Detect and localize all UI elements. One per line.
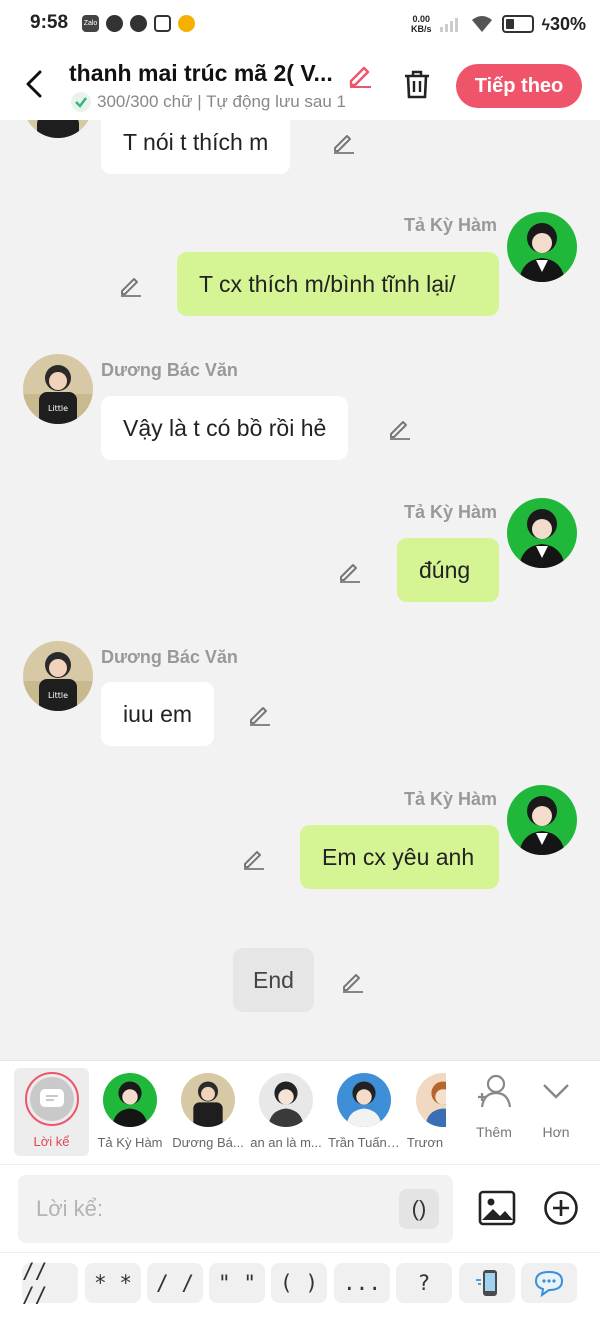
speed-value: 0.00 — [412, 14, 430, 24]
sender-name: Tả Kỳ Hàm — [404, 502, 498, 522]
autosave-text: 300/300 chữ | Tự động lưu sau 1 — [97, 92, 347, 111]
plus-icon[interactable] — [543, 1190, 579, 1226]
facebook-icon — [130, 15, 147, 32]
symbol-asterisk[interactable]: * * — [85, 1263, 141, 1303]
message-bubble[interactable]: Em cx yêu anh — [300, 825, 499, 889]
quick-symbol-bar: // // * * / / " " ( ) ... ? — [0, 1252, 600, 1343]
speed-unit: KB/s — [410, 24, 432, 34]
edit-message-icon[interactable] — [340, 968, 366, 994]
avatar-duong-bac-van[interactable] — [23, 120, 93, 138]
chat-bubble-button[interactable] — [521, 1263, 577, 1303]
avatar-duong-bac-van[interactable]: Little — [23, 641, 93, 711]
chevron-down-icon — [543, 1084, 569, 1099]
sender-name: Dương Bác Văn — [101, 360, 238, 380]
symbol-ellipsis[interactable]: ... — [334, 1263, 390, 1303]
character-name: Dương Bá... — [172, 1135, 244, 1150]
narrator-label: Lời kể — [33, 1134, 70, 1149]
narration-icon — [39, 1089, 64, 1107]
edit-message-icon[interactable] — [331, 129, 357, 155]
composer: () — [0, 1164, 600, 1252]
character-tran-tuan[interactable]: Trần Tuấn ... — [328, 1069, 400, 1150]
narrator-button[interactable]: Lời kể — [14, 1068, 89, 1156]
check-icon — [71, 92, 91, 112]
more-button[interactable]: Hơn — [526, 1071, 586, 1140]
symbol-question[interactable]: ? — [396, 1263, 452, 1303]
avatar-ta-ky-ham[interactable] — [507, 212, 577, 282]
character-avatar — [416, 1073, 446, 1127]
trash-icon[interactable] — [400, 67, 434, 101]
narrator-inner — [29, 1077, 74, 1121]
battery-icon — [501, 15, 534, 33]
message-bubble[interactable]: T nói t thích m — [101, 120, 291, 174]
character-ta-ky-ham[interactable]: Tả Kỳ Hàm — [94, 1069, 166, 1150]
image-icon[interactable] — [478, 1189, 516, 1227]
edit-message-icon[interactable] — [118, 272, 144, 298]
message-bubble[interactable]: Vậy là t có bồ rồi hẻ — [101, 396, 349, 460]
copy-icon — [154, 15, 171, 32]
network-speed: 0.00 KB/s — [411, 14, 432, 34]
character-avatar — [103, 1073, 157, 1127]
edit-message-icon[interactable] — [247, 701, 273, 727]
character-name: Tả Kỳ Hàm — [97, 1135, 163, 1150]
character-truong[interactable]: Trươn — [404, 1069, 446, 1150]
add-label: Thêm — [476, 1124, 512, 1140]
symbol-parentheses[interactable]: ( ) — [271, 1263, 327, 1303]
narrator-avatar — [24, 1072, 79, 1126]
message-bubble[interactable]: iuu em — [101, 682, 215, 746]
character-avatar — [259, 1073, 313, 1127]
add-user-icon — [478, 1074, 512, 1108]
battery-value: 30% — [549, 13, 586, 34]
character-an-an[interactable]: an an là m... — [250, 1069, 322, 1150]
avatar-ta-ky-ham[interactable] — [507, 785, 577, 855]
edit-message-icon[interactable] — [337, 558, 363, 584]
word-count-status: 300/300 chữ | Tự động lưu sau 1 — [71, 92, 376, 112]
character-name: Trần Tuấn ... — [328, 1135, 400, 1150]
status-bar: 9:58 Zalo 0.00 KB/s ϟ30% — [0, 0, 600, 50]
add-character-button[interactable]: Thêm — [464, 1071, 524, 1140]
symbol-quotes[interactable]: " " — [209, 1263, 265, 1303]
phone-icon — [476, 1270, 497, 1296]
character-avatar — [337, 1073, 391, 1127]
svg-text:Little: Little — [48, 691, 68, 700]
status-right: 0.00 KB/s ϟ30% — [411, 10, 586, 38]
character-avatar — [181, 1073, 235, 1127]
character-name: an an là m... — [250, 1135, 322, 1150]
message-bubble[interactable]: T cx thích m/bình tĩnh lại/ — [177, 252, 499, 316]
message-bubble[interactable]: đúng — [397, 538, 499, 602]
sender-name: Dương Bác Văn — [101, 647, 238, 667]
svg-text:Little: Little — [48, 404, 68, 413]
signal-icon — [439, 18, 458, 32]
next-button[interactable]: Tiếp theo — [456, 64, 582, 108]
chat-area: T nói t thích m Tả Kỳ Hàm T cx thích m/b… — [0, 120, 600, 1060]
avatar-ta-ky-ham[interactable] — [507, 498, 577, 568]
symbol-double-slash[interactable]: // // — [22, 1259, 78, 1307]
zalo-icon: Zalo — [82, 15, 99, 32]
composer-box: () — [18, 1175, 453, 1243]
symbol-slash[interactable]: / / — [147, 1263, 203, 1303]
clock: 9:58 — [30, 12, 69, 33]
edit-message-icon[interactable] — [387, 415, 413, 441]
character-name: Trươn — [406, 1135, 444, 1150]
top-bar: thanh mai trúc mã 2( V... 300/300 chữ | … — [0, 50, 600, 120]
story-title[interactable]: thanh mai trúc mã 2( V... — [69, 60, 344, 87]
battery-percent: ϟ30% — [541, 13, 587, 34]
narration-bubble[interactable]: End — [233, 948, 314, 1012]
messenger-icon — [106, 15, 123, 32]
more-label: Hơn — [542, 1124, 570, 1140]
weibo-icon — [178, 15, 195, 32]
character-duong-bac-van[interactable]: Dương Bá... — [172, 1069, 244, 1150]
wifi-icon — [471, 16, 492, 32]
edit-message-icon[interactable] — [241, 845, 267, 871]
message-input[interactable] — [18, 1175, 388, 1243]
parentheses-button[interactable]: () — [399, 1189, 439, 1229]
sender-name: Tả Kỳ Hàm — [404, 789, 498, 809]
character-selector: Lời kể Tả Kỳ Hàm Dương Bá... an an là m.… — [0, 1060, 600, 1164]
avatar-duong-bac-van[interactable]: Little — [23, 354, 93, 424]
back-arrow-icon[interactable] — [22, 68, 50, 100]
sender-name: Tả Kỳ Hàm — [404, 215, 498, 235]
speech-bubble-icon — [534, 1270, 564, 1297]
edit-title-icon[interactable] — [346, 60, 374, 88]
phone-vibrate-button[interactable] — [459, 1263, 515, 1303]
